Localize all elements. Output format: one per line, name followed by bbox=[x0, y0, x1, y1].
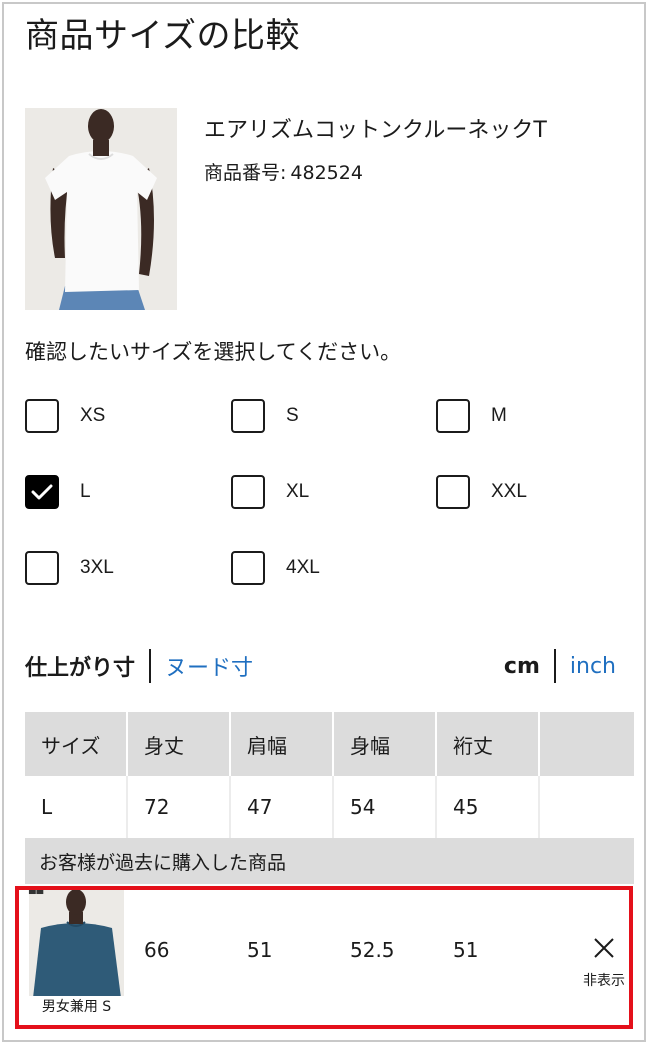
divider bbox=[553, 649, 556, 683]
header-length: 身丈 bbox=[128, 712, 231, 776]
header-empty bbox=[540, 712, 634, 776]
product-number: 商品番号: 482524 bbox=[204, 158, 363, 185]
size-option-m[interactable]: M bbox=[436, 398, 507, 434]
hide-label: 非表示 bbox=[583, 973, 625, 989]
checkbox[interactable] bbox=[231, 399, 265, 433]
checkbox[interactable] bbox=[436, 399, 470, 433]
size-label: S bbox=[286, 405, 299, 426]
product-number-label: 商品番号: bbox=[204, 162, 287, 184]
purchased-section-title: お客様が過去に購入した商品 bbox=[25, 838, 634, 884]
size-label: XXL bbox=[491, 481, 527, 502]
size-label: 3XL bbox=[80, 557, 114, 578]
size-option-4xl[interactable]: 4XL bbox=[231, 550, 320, 586]
size-option-xl[interactable]: XL bbox=[231, 474, 309, 510]
unit-inch[interactable]: inch bbox=[570, 654, 616, 679]
size-label: XS bbox=[80, 405, 106, 426]
check-icon bbox=[31, 484, 53, 500]
header-width: 身幅 bbox=[334, 712, 437, 776]
measure-type-toggle: 仕上がり寸 ヌード寸 bbox=[25, 648, 253, 684]
checkbox-checked[interactable] bbox=[25, 475, 59, 509]
page-title: 商品サイズの比較 bbox=[25, 16, 300, 56]
checkbox[interactable] bbox=[25, 399, 59, 433]
cell-size: L bbox=[25, 776, 128, 838]
product-name: エアリズムコットンクルーネックT bbox=[204, 118, 547, 143]
hide-button[interactable]: 非表示 bbox=[574, 936, 634, 990]
checkbox[interactable] bbox=[231, 475, 265, 509]
header-shoulder: 肩幅 bbox=[231, 712, 334, 776]
table-row: L 72 47 54 45 bbox=[25, 776, 634, 838]
size-label: M bbox=[491, 405, 507, 426]
checkbox[interactable] bbox=[436, 475, 470, 509]
highlight-box bbox=[15, 886, 633, 1029]
header-sleeve: 裄丈 bbox=[437, 712, 540, 776]
table-header-row: サイズ 身丈 肩幅 身幅 裄丈 bbox=[25, 712, 634, 776]
size-label: XL bbox=[286, 481, 310, 502]
unit-toggle: cm inch bbox=[504, 648, 616, 684]
cell-empty bbox=[540, 776, 634, 838]
tab-nude-size[interactable]: ヌード寸 bbox=[165, 650, 253, 682]
size-option-xxl[interactable]: XXL bbox=[436, 474, 527, 510]
cell-shoulder: 47 bbox=[231, 776, 334, 838]
checkbox[interactable] bbox=[25, 551, 59, 585]
size-option-3xl[interactable]: 3XL bbox=[25, 550, 114, 586]
close-icon bbox=[574, 936, 634, 966]
size-option-l[interactable]: L bbox=[25, 474, 91, 510]
product-number-value: 482524 bbox=[290, 162, 363, 184]
divider bbox=[149, 649, 152, 683]
size-label: L bbox=[80, 481, 91, 502]
header-size: サイズ bbox=[25, 712, 128, 776]
product-image bbox=[25, 108, 177, 310]
size-label: 4XL bbox=[286, 557, 320, 578]
cell-sleeve: 45 bbox=[437, 776, 540, 838]
cell-length: 72 bbox=[128, 776, 231, 838]
size-option-s[interactable]: S bbox=[231, 398, 299, 434]
size-option-xs[interactable]: XS bbox=[25, 398, 105, 434]
size-select-prompt: 確認したいサイズを選択してください。 bbox=[25, 340, 402, 364]
tab-finished-size[interactable]: 仕上がり寸 bbox=[25, 650, 135, 682]
unit-cm[interactable]: cm bbox=[504, 654, 540, 679]
checkbox[interactable] bbox=[231, 551, 265, 585]
cell-width: 54 bbox=[334, 776, 437, 838]
